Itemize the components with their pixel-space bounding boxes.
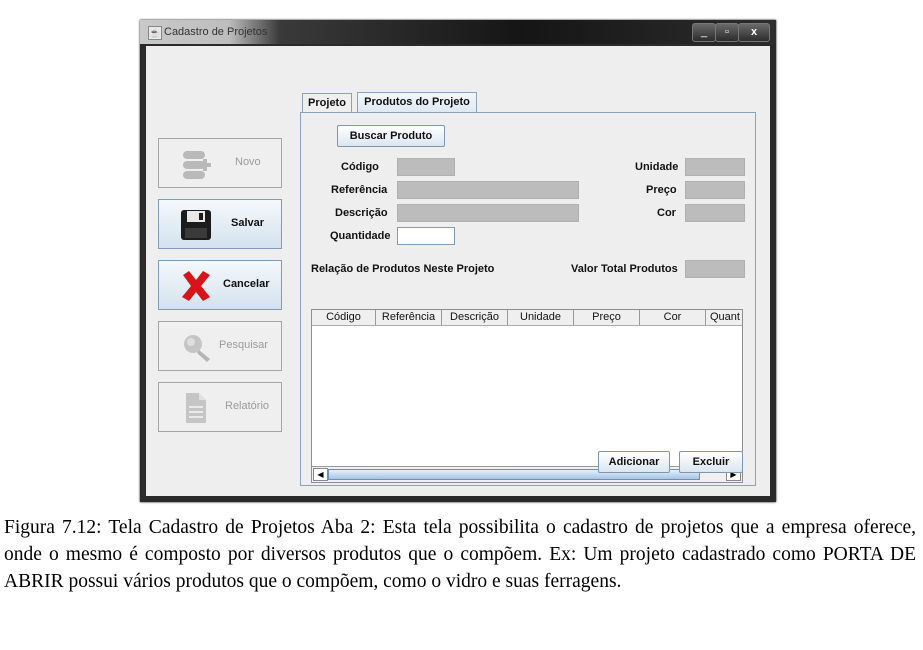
new-button-label: Novo (235, 156, 261, 168)
save-button[interactable]: Salvar (158, 199, 282, 249)
column-header-quantidade[interactable]: Quant (706, 310, 742, 325)
quantidade-label: Quantidade (330, 230, 391, 242)
scroll-left-icon[interactable]: ◀ (313, 468, 328, 481)
unidade-field (685, 158, 745, 176)
column-header-cor[interactable]: Cor (640, 310, 706, 325)
find-product-button[interactable]: Buscar Produto (337, 125, 445, 147)
app-window: ☕ Cadastro de Projetos _ ▫ x Novo Salvar… (140, 20, 776, 502)
total-value-label: Valor Total Produtos (571, 263, 678, 275)
horizontal-scrollbar[interactable]: ◀ ▶ (312, 466, 742, 482)
preco-label: Preço (646, 184, 677, 196)
column-header-preco[interactable]: Preço (574, 310, 640, 325)
codigo-field (397, 158, 455, 176)
java-app-icon: ☕ (148, 26, 162, 40)
product-list-title: Relação de Produtos Neste Projeto (311, 263, 495, 275)
total-value-field (685, 260, 745, 278)
codigo-label: Código (341, 161, 379, 173)
descricao-label: Descrição (335, 207, 388, 219)
delete-button[interactable]: Excluir (679, 451, 743, 473)
unidade-label: Unidade (635, 161, 679, 173)
report-button: Relatório (158, 382, 282, 432)
cancel-button[interactable]: Cancelar (158, 260, 282, 310)
maximize-button[interactable]: ▫ (715, 23, 739, 42)
cor-label: Cor (657, 207, 676, 219)
cor-field (685, 204, 745, 222)
descricao-field (397, 204, 579, 222)
search-button-label: Pesquisar (219, 339, 268, 351)
title-bar[interactable]: ☕ Cadastro de Projetos _ ▫ x (140, 20, 776, 44)
new-icon (183, 151, 211, 179)
search-button: Pesquisar (158, 321, 282, 371)
tab-projeto[interactable]: Projeto (302, 93, 352, 113)
report-button-label: Relatório (225, 400, 270, 412)
column-header-referencia[interactable]: Referência (376, 310, 442, 325)
column-header-codigo[interactable]: Código (312, 310, 376, 325)
figure-caption: Figura 7.12: Tela Cadastro de Projetos A… (4, 517, 916, 592)
add-button[interactable]: Adicionar (598, 451, 670, 473)
produtos-tab-panel: Buscar Produto Código Referência Descriç… (300, 112, 756, 486)
red-x-icon (182, 271, 210, 301)
window-content: Novo Salvar Cancelar Pesquisar Relatório… (146, 46, 770, 496)
quantidade-input[interactable] (397, 227, 455, 245)
tab-produtos-do-projeto[interactable]: Produtos do Projeto (357, 92, 477, 113)
column-header-descricao[interactable]: Descrição (442, 310, 508, 325)
minimize-button[interactable]: _ (692, 23, 716, 42)
column-header-unidade[interactable]: Unidade (508, 310, 574, 325)
magnifier-icon (184, 335, 210, 362)
referencia-field (397, 181, 579, 199)
save-button-label: Salvar (231, 217, 265, 229)
cancel-button-label: Cancelar (223, 278, 270, 290)
floppy-disk-icon (181, 210, 211, 240)
preco-field (685, 181, 745, 199)
referencia-label: Referência (331, 184, 388, 196)
close-button[interactable]: x (738, 23, 770, 42)
table-header: Código Referência Descrição Unidade Preç… (312, 310, 742, 326)
window-title: Cadastro de Projetos (164, 26, 268, 38)
new-button: Novo (158, 138, 282, 188)
document-icon (186, 393, 206, 423)
